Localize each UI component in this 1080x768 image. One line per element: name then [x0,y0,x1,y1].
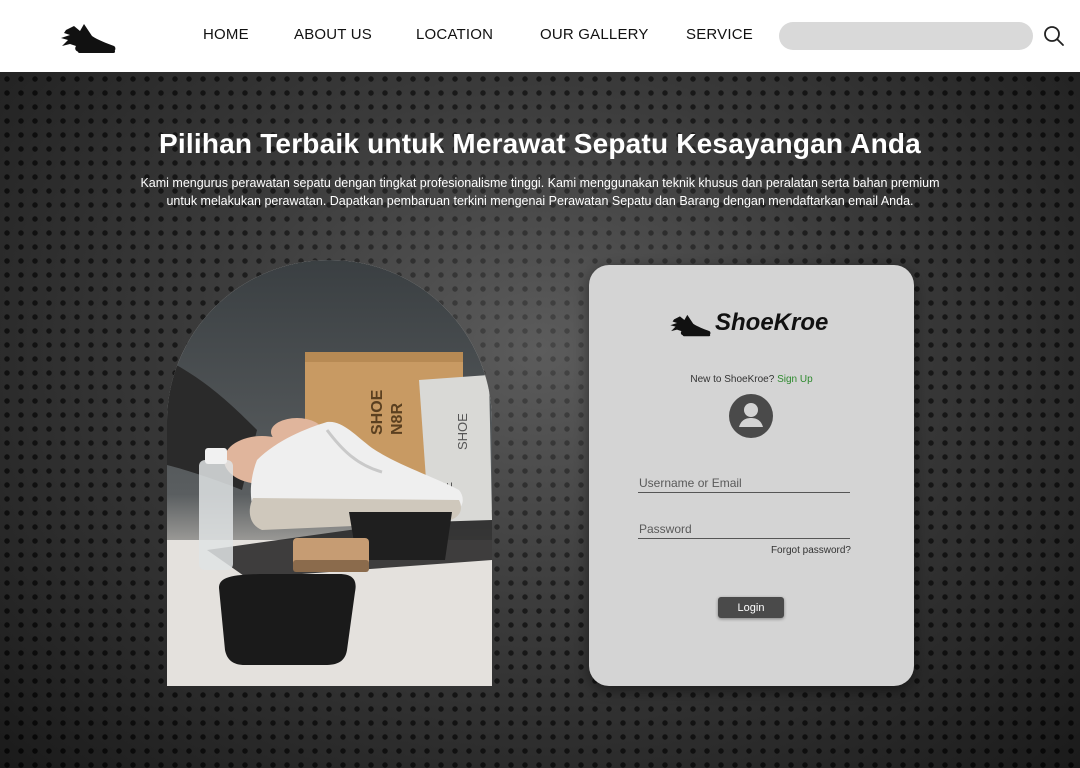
nav-service[interactable]: SERVICE [686,26,753,43]
shoe-cleaning-photo: SHOE N8R SHOE RE [167,260,492,686]
running-shoe-icon [670,314,711,337]
nav-about-us[interactable]: ABOUT US [294,26,372,43]
nav-home[interactable]: HOME [203,26,249,43]
hero-section: Pilihan Terbaik untuk Merawat Sepatu Kes… [0,72,1080,768]
forgot-password-link[interactable]: Forgot password? [771,545,851,556]
login-button[interactable]: Login [718,597,784,618]
search-input[interactable] [779,22,1033,50]
photo-illustration: SHOE N8R SHOE RE [167,260,492,686]
navbar: HOME ABOUT US LOCATION OUR GALLERY SERVI… [0,0,1080,72]
password-field[interactable] [638,519,850,539]
box-label-1: SHOE [369,389,386,435]
running-shoe-icon[interactable] [60,16,118,54]
login-card: ShoeKroe New to ShoeKroe? Sign Up Forgot… [589,265,914,686]
nav-our-gallery[interactable]: OUR GALLERY [540,26,649,43]
box-label-2: N8R [389,403,406,435]
nav-location[interactable]: LOCATION [416,26,493,43]
hero-description: Kami mengurus perawatan sepatu dengan ti… [140,176,940,208]
hero-title: Pilihan Terbaik untuk Merawat Sepatu Kes… [159,128,921,159]
search-icon[interactable] [1043,25,1065,47]
username-field[interactable] [638,473,850,493]
signup-prompt-text: New to ShoeKroe? [690,374,775,385]
signup-prompt: New to ShoeKroe? Sign Up [589,374,914,385]
user-avatar-icon [729,394,773,438]
brand-name: ShoeKroe [715,309,829,336]
signup-link[interactable]: Sign Up [777,374,813,385]
bag-label-1: SHOE [455,413,470,450]
